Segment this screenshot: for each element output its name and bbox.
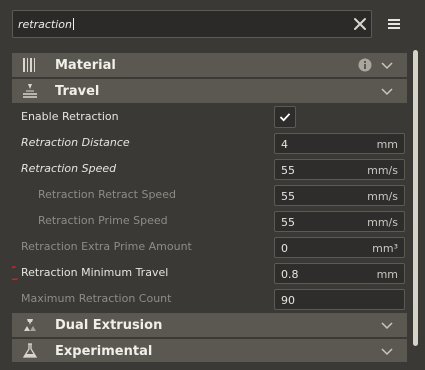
category-label: Travel — [55, 84, 100, 99]
retraction-distance-input[interactable]: 4 mm — [274, 133, 405, 154]
travel-icon — [23, 84, 37, 98]
setting-label: Retraction Retract Speed — [38, 188, 176, 201]
field-value: 55 — [281, 164, 295, 177]
category-experimental[interactable]: Experimental — [12, 339, 407, 362]
field-value: 90 — [281, 294, 295, 307]
setting-label: Maximum Retraction Count — [21, 292, 172, 305]
setting-enable-retraction: Enable Retraction — [12, 105, 407, 129]
category-travel[interactable]: Travel — [12, 79, 407, 103]
field-unit: mm/s — [367, 216, 398, 229]
setting-retraction-distance: Retraction Distance 4 mm — [12, 131, 407, 155]
category-material[interactable]: Material — [12, 53, 407, 77]
settings-panel: Material Travel Enable Retraction Retrac… — [12, 50, 407, 362]
chevron-down-icon[interactable] — [380, 319, 394, 331]
annotation-mark-icon — [12, 266, 18, 281]
field-unit: mm/s — [367, 190, 398, 203]
maximum-retraction-count-input[interactable]: 90 — [274, 289, 405, 310]
chevron-down-icon[interactable] — [380, 85, 394, 97]
retraction-retract-speed-input[interactable]: 55 mm/s — [274, 185, 405, 206]
setting-label: Retraction Speed — [21, 162, 117, 175]
field-value: 0.8 — [281, 268, 299, 281]
setting-maximum-retraction-count: Maximum Retraction Count 90 — [12, 287, 407, 311]
setting-retraction-retract-speed: Retraction Retract Speed 55 mm/s — [12, 183, 407, 207]
settings-menu-icon[interactable] — [386, 16, 402, 32]
field-unit: mm/s — [367, 164, 398, 177]
setting-label: Retraction Extra Prime Amount — [21, 240, 192, 253]
setting-retraction-prime-speed: Retraction Prime Speed 55 mm/s — [12, 209, 407, 233]
field-unit: mm — [376, 138, 398, 151]
setting-label: Retraction Minimum Travel — [21, 266, 169, 279]
setting-retraction-extra-prime-amount: Retraction Extra Prime Amount 0 mm³ — [12, 235, 407, 259]
field-value: 55 — [281, 216, 295, 229]
setting-label: Retraction Prime Speed — [38, 214, 168, 227]
checkmark-icon — [279, 113, 291, 122]
search-input[interactable]: retraction — [12, 10, 372, 38]
field-value: 4 — [281, 138, 288, 151]
setting-label: Retraction Distance — [21, 136, 130, 149]
clear-search-icon[interactable] — [351, 15, 369, 33]
category-label: Dual Extrusion — [55, 318, 163, 333]
search-bar: retraction — [0, 0, 425, 47]
retraction-minimum-travel-input[interactable]: 0.8 mm — [274, 263, 405, 284]
category-label: Experimental — [55, 344, 153, 359]
category-label: Material — [55, 58, 116, 73]
setting-label: Enable Retraction — [21, 110, 119, 123]
dual-extrusion-icon — [24, 319, 36, 331]
chevron-down-icon[interactable] — [380, 345, 394, 357]
field-unit: mm — [376, 268, 398, 281]
retraction-prime-speed-input[interactable]: 55 mm/s — [274, 211, 405, 232]
material-icon — [23, 58, 35, 72]
setting-retraction-minimum-travel: Retraction Minimum Travel 0.8 mm — [12, 261, 407, 285]
field-value: 0 — [281, 242, 288, 255]
flask-icon — [22, 343, 38, 358]
field-unit: mm³ — [372, 242, 398, 255]
retraction-extra-prime-amount-input[interactable]: 0 mm³ — [274, 237, 405, 258]
search-input-value: retraction — [18, 18, 74, 31]
field-value: 55 — [281, 190, 295, 203]
scrollbar[interactable] — [413, 50, 418, 346]
enable-retraction-checkbox[interactable] — [274, 106, 296, 128]
retraction-speed-input[interactable]: 55 mm/s — [274, 159, 405, 180]
category-dual-extrusion[interactable]: Dual Extrusion — [12, 313, 407, 337]
info-icon[interactable] — [358, 58, 372, 72]
chevron-down-icon[interactable] — [380, 59, 394, 71]
setting-retraction-speed: Retraction Speed 55 mm/s — [12, 157, 407, 181]
